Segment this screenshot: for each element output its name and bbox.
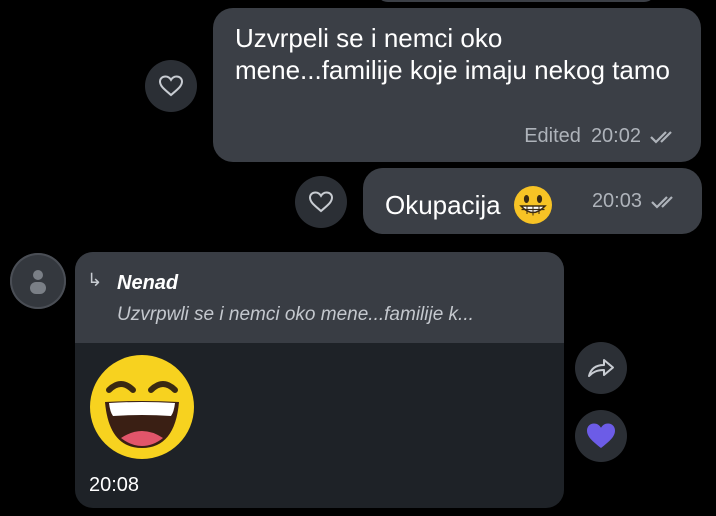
double-check-icon bbox=[651, 195, 673, 209]
react-button[interactable] bbox=[145, 60, 197, 112]
message-content: Okupacija bbox=[385, 185, 553, 225]
share-button[interactable] bbox=[575, 342, 627, 394]
edited-label: Edited bbox=[524, 125, 581, 147]
reply-arrow-icon: ↳ bbox=[87, 270, 103, 290]
liked-reaction-button[interactable] bbox=[575, 410, 627, 462]
reply-quote[interactable]: ↳ Nenad Uzvrpwli se i nemci oko mene...f… bbox=[75, 252, 564, 343]
avatar[interactable] bbox=[10, 253, 66, 309]
react-button[interactable] bbox=[295, 176, 347, 228]
double-check-icon bbox=[650, 130, 672, 144]
message-time: 20:02 bbox=[590, 125, 641, 147]
previous-message-edge bbox=[376, 0, 656, 2]
incoming-message-bubble[interactable]: ↳ Nenad Uzvrpwli se i nemci oko mene...f… bbox=[75, 252, 564, 508]
reply-snippet: Uzvrpwli se i nemci oko mene...familije … bbox=[117, 304, 474, 325]
laughing-face-sticker bbox=[90, 355, 194, 459]
heart-outline-icon bbox=[158, 75, 184, 97]
message-text: Okupacija bbox=[385, 190, 501, 220]
user-silhouette-icon bbox=[30, 270, 46, 294]
heart-outline-icon bbox=[308, 191, 334, 213]
outgoing-message-bubble[interactable]: Uzvrpeli se i nemci oko mene...familije … bbox=[213, 8, 701, 162]
message-meta: 20:03 bbox=[592, 190, 680, 213]
message-time: 20:08 bbox=[89, 474, 140, 496]
message-time: 20:03 bbox=[591, 190, 642, 212]
grinning-face-emoji-icon bbox=[513, 186, 552, 224]
message-text: Uzvrpeli se i nemci oko mene...familije … bbox=[235, 23, 670, 85]
outgoing-message-bubble[interactable]: Okupacija 20:03 bbox=[363, 168, 702, 234]
heart-filled-icon bbox=[587, 423, 615, 448]
reply-author-name: Nenad bbox=[117, 272, 179, 294]
message-meta: Edited 20:02 bbox=[524, 125, 679, 148]
share-arrow-icon bbox=[588, 359, 614, 377]
